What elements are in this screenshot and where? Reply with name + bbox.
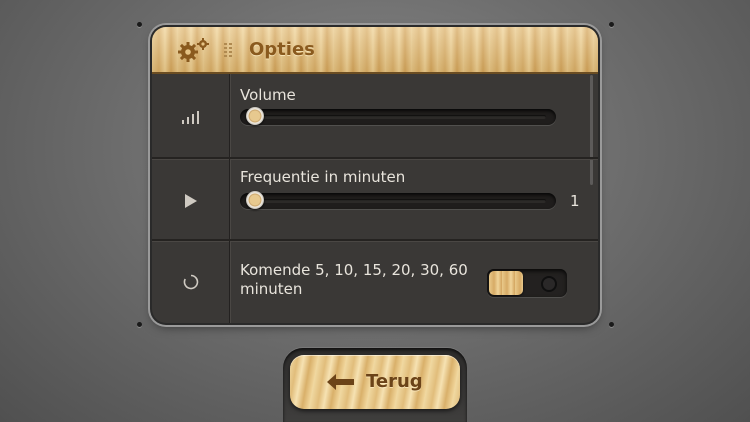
back-button[interactable]: Terug: [290, 355, 460, 409]
frequency-slider-knob[interactable]: [246, 191, 264, 209]
gear-icon: [178, 38, 209, 62]
panel-title: Opties: [249, 39, 315, 60]
grip-icon: [224, 43, 232, 57]
rivet: [609, 322, 614, 327]
upcoming-label-line1: Komende 5, 10, 15, 20, 30, 60: [240, 261, 468, 279]
slider-track: [250, 199, 546, 203]
frequency-label: Frequentie in minuten: [240, 168, 406, 186]
volume-slider[interactable]: [240, 107, 556, 125]
upcoming-toggle[interactable]: [487, 269, 567, 297]
toggle-thumb[interactable]: [489, 271, 523, 295]
volume-row: Volume: [152, 74, 598, 157]
slider-track: [250, 115, 546, 119]
row-icon-cell: [152, 74, 230, 157]
volume-slider-knob[interactable]: [246, 107, 264, 125]
volume-label: Volume: [240, 86, 296, 104]
panel-header: Opties: [152, 27, 598, 74]
frequency-row: Frequentie in minuten: [152, 159, 598, 241]
back-button-label: Terug: [366, 371, 423, 392]
frequency-slider[interactable]: [240, 191, 556, 209]
rivet: [609, 22, 614, 27]
rivet: [137, 322, 142, 327]
options-panel: Opties Volume Frequentie in minuten 1 Ko…: [152, 27, 598, 323]
play-icon: [185, 194, 197, 208]
rivet: [137, 22, 142, 27]
back-arrow-icon: [327, 374, 354, 390]
refresh-icon: [183, 274, 199, 290]
row-icon-cell: [152, 241, 230, 323]
signal-bars-icon: [182, 111, 199, 124]
toggle-off-indicator: [541, 276, 557, 292]
row-icon-cell: [152, 159, 230, 241]
frequency-value: 1: [570, 192, 580, 210]
upcoming-label-line2: minuten: [240, 280, 303, 298]
